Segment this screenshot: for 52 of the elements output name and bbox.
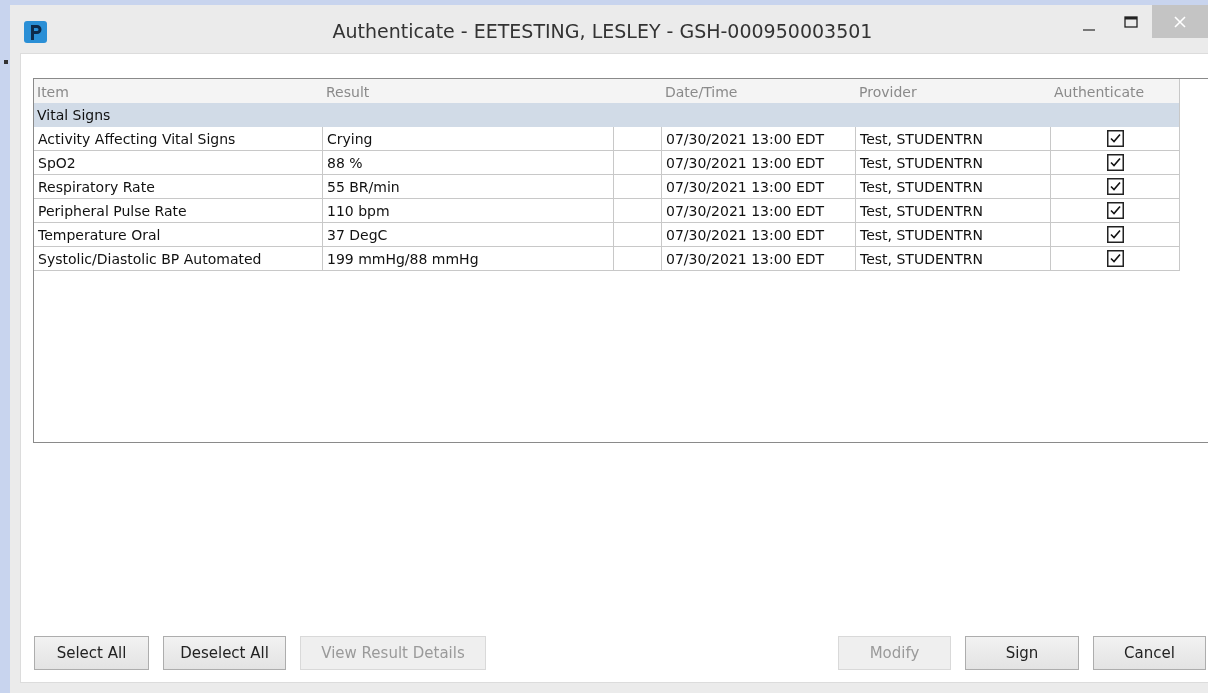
dialog-button[interactable]: Sign [965,636,1079,670]
table-cell: 07/30/2021 13:00 EDT [662,175,856,199]
column-header: Item [34,79,323,104]
app-logo-icon [24,21,47,43]
column-header: Date/Time [662,79,856,104]
table-cell: Test, STUDENTRN [856,223,1051,247]
checkbox[interactable] [1106,226,1124,243]
dialog-button[interactable]: Select All [34,636,149,670]
dialog-button[interactable]: Cancel [1093,636,1206,670]
empty-table-cell [614,175,662,199]
checkbox[interactable] [1106,202,1124,219]
empty-table-cell [614,127,662,151]
table-cell: Test, STUDENTRN [856,127,1051,151]
column-header: Result [323,79,614,104]
table-cell: 07/30/2021 13:00 EDT [662,247,856,271]
empty-table-cell [614,199,662,223]
checkbox[interactable] [1106,154,1124,171]
empty-table-cell [614,247,662,271]
table-cell: Temperature Oral [34,223,323,247]
table-cell: Respiratory Rate [34,175,323,199]
table-cell: 07/30/2021 13:00 EDT [662,151,856,175]
checkbox[interactable] [1106,130,1124,147]
checkbox[interactable] [1106,250,1124,267]
table-cell: Test, STUDENTRN [856,175,1051,199]
table-cell: 07/30/2021 13:00 EDT [662,223,856,247]
table-cell: 07/30/2021 13:00 EDT [662,127,856,151]
maximize-icon [1124,15,1138,28]
table-cell: Test, STUDENTRN [856,151,1051,175]
table-cell: Test, STUDENTRN [856,247,1051,271]
empty-table-cell [614,151,662,175]
table-cell: Systolic/Diastolic BP Automated [34,247,323,271]
table-cell: 37 DegC [323,223,614,247]
table-cell: SpO2 [34,151,323,175]
table-cell: 07/30/2021 13:00 EDT [662,199,856,223]
group-header-row[interactable]: Vital Signs [34,103,1179,127]
table-cell: 88 % [323,151,614,175]
checkbox[interactable] [1106,178,1124,195]
window-title: Authenticate - EETESTING, LESLEY - GSH-000950003501 [331,20,874,42]
close-icon [1174,15,1186,28]
column-header: Authenticate [1051,79,1179,104]
table-cell: Peripheral Pulse Rate [34,199,323,223]
table-cell: Test, STUDENTRN [856,199,1051,223]
column-header: Provider [856,79,1051,104]
table-cell: 110 bpm [323,199,614,223]
table-cell: Crying [323,127,614,151]
empty-table-cell [614,223,662,247]
dialog-button[interactable]: Deselect All [163,636,286,670]
table-cell: Activity Affecting Vital Signs [34,127,323,151]
table-cell: 55 BR/min [323,175,614,199]
table-cell: 199 mmHg/88 mmHg [323,247,614,271]
bullet-mark [4,60,8,64]
minimize-icon [1083,28,1095,31]
